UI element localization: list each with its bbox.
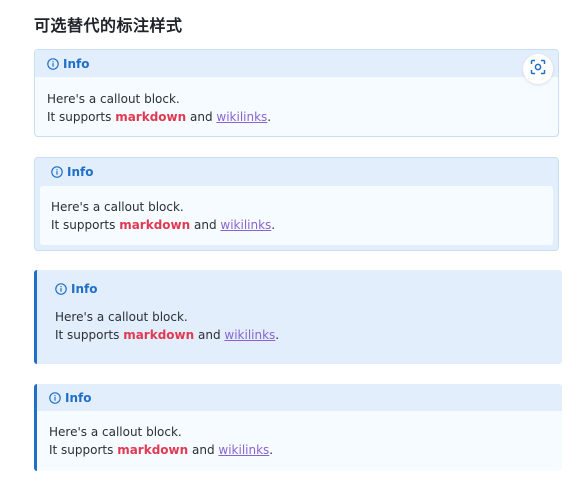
- callout-title: Info: [55, 282, 97, 296]
- page: 可选替代的标注样式 Info Here's a callout block. I…: [0, 0, 581, 491]
- callout-body: Here's a callout block. It supports mark…: [40, 186, 553, 245]
- text-segment: It supports: [55, 328, 124, 342]
- wikilinks-link[interactable]: wikilinks: [224, 328, 275, 342]
- callout-line-2: It supports markdown and wikilinks.: [49, 441, 562, 459]
- callout-header: Info: [37, 270, 562, 298]
- callout-title: Info: [51, 165, 93, 179]
- callout-line-2: It supports markdown and wikilinks.: [47, 108, 546, 126]
- callout-body: Here's a callout block. It supports mark…: [37, 298, 562, 344]
- callout-body: Here's a callout block. It supports mark…: [35, 77, 558, 126]
- info-circle-icon: [51, 165, 63, 178]
- callout-title: Info: [49, 391, 91, 405]
- scan-button[interactable]: [523, 54, 553, 84]
- text-segment: and: [190, 218, 221, 232]
- callout-header: Info: [35, 50, 558, 77]
- text-segment: .: [267, 110, 272, 124]
- callout-line-2: It supports markdown and wikilinks.: [51, 216, 553, 234]
- callout-body: Here's a callout block. It supports mark…: [37, 411, 562, 459]
- text-segment: .: [271, 218, 276, 232]
- callout-line-1: Here's a callout block.: [55, 310, 188, 324]
- text-segment: It supports: [51, 218, 120, 232]
- text-segment: It supports: [47, 110, 116, 124]
- markdown-text: markdown: [117, 443, 189, 457]
- callout-line-1: Here's a callout block.: [49, 425, 182, 439]
- callout-title: Info: [47, 57, 89, 71]
- text-segment: .: [275, 328, 280, 342]
- info-circle-icon: [55, 283, 67, 295]
- callout-title-label: Info: [63, 56, 90, 71]
- callout-header: Info: [37, 384, 562, 411]
- callout-line-2: It supports markdown and wikilinks.: [55, 326, 562, 344]
- markdown-text: markdown: [123, 328, 195, 342]
- text-segment: and: [194, 328, 225, 342]
- text-segment: It supports: [49, 443, 118, 457]
- markdown-text: markdown: [119, 218, 191, 232]
- callout-variant-4: Info Here's a callout block. It supports…: [34, 384, 562, 471]
- callout-title-label: Info: [65, 390, 92, 405]
- text-segment: .: [269, 443, 274, 457]
- page-title: 可选替代的标注样式: [34, 16, 183, 35]
- wikilinks-link[interactable]: wikilinks: [220, 218, 271, 232]
- callout-title-label: Info: [67, 164, 94, 179]
- text-segment: and: [186, 110, 217, 124]
- info-circle-icon: [47, 57, 59, 70]
- callout-line-1: Here's a callout block.: [47, 92, 180, 106]
- text-segment: and: [188, 443, 219, 457]
- info-circle-icon: [49, 391, 61, 404]
- callout-title-label: Info: [71, 282, 98, 296]
- callout-line-1: Here's a callout block.: [51, 200, 184, 214]
- callout-variant-2: Info Here's a callout block. It supports…: [34, 157, 559, 251]
- scan-icon: [530, 59, 546, 79]
- wikilinks-link[interactable]: wikilinks: [216, 110, 267, 124]
- wikilinks-link[interactable]: wikilinks: [218, 443, 269, 457]
- callout-variant-1: Info Here's a callout block. It supports…: [34, 49, 559, 137]
- markdown-text: markdown: [115, 110, 187, 124]
- callout-variant-3: Info Here's a callout block. It supports…: [34, 270, 562, 364]
- callout-header: Info: [35, 158, 558, 185]
